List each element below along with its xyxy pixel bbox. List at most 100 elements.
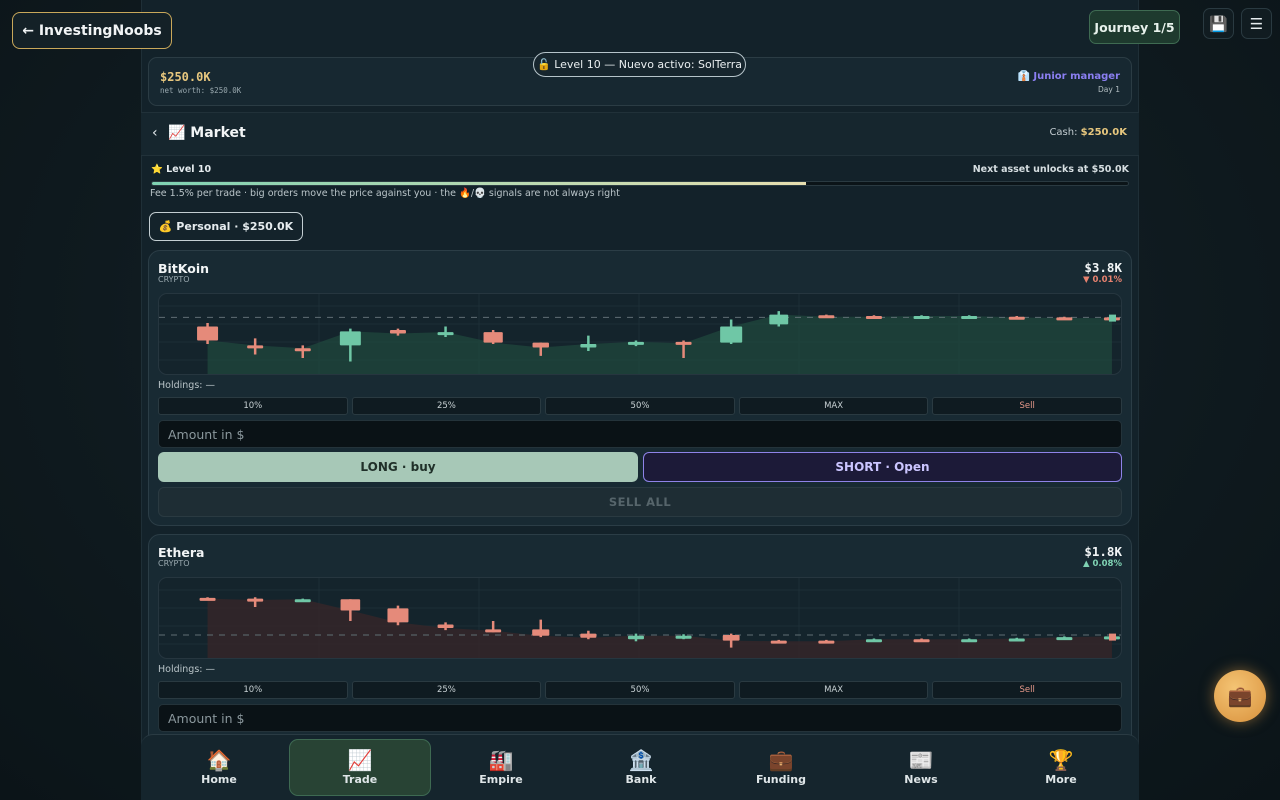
nav-trade[interactable]: 📈 Trade [289,739,431,796]
preset-25-button[interactable]: 25% [351,397,542,415]
asset-change: ▼ 0.01% [1083,275,1122,285]
account-selector[interactable]: 💰 Personal · $250.0K [149,212,303,241]
nav-empire[interactable]: 🏭 Empire [431,739,571,796]
nav-label: News [904,773,938,786]
level-progress-fill [152,182,806,185]
candle-body [913,316,930,319]
back-home-button[interactable]: ← InvestingNoobs [12,12,172,49]
candle-body [818,640,835,644]
amount-preset-row: 10% 25% 50% MAX Sell [158,681,1122,699]
candle-body [818,315,835,319]
candle-body [1056,637,1073,641]
candle-body [197,326,219,341]
chevron-left-icon[interactable]: ‹ [152,125,158,141]
nav-funding[interactable]: 💼 Funding [711,739,851,796]
candle-body [769,314,789,325]
candle-body [961,639,978,643]
candle-body [294,599,311,603]
nav-label: Empire [479,773,523,786]
bottom-nav: 🏠 Home 📈 Trade 🏭 Empire 🏦 Bank 💼 Funding 📰 New… [141,734,1139,800]
bank-icon: 🏦 [628,748,654,772]
asset-type: CRYPTO [158,275,190,284]
asset-name: BitKoin [158,261,210,276]
nav-home[interactable]: 🏠 Home [149,739,289,796]
save-icon[interactable]: 💾 [1203,8,1234,39]
asset-card-ethera: Ethera CRYPTO $1.8K ▲ 0.08% Holdings: — … [148,534,1132,764]
candle-body [389,330,406,334]
nav-more[interactable]: 🏆 More [991,739,1131,796]
candle-body [437,332,454,336]
chart-icon: 📈 [347,748,373,772]
short-open-button[interactable]: SHORT · Open [643,452,1122,482]
candle-body [1008,638,1025,642]
asset-change: ▲ 0.08% [1083,559,1122,569]
preset-25-button[interactable]: 25% [351,681,542,699]
current-price-bar [1109,314,1116,322]
role-badge: 👔 Junior manager [1017,71,1120,82]
preset-50-button[interactable]: 50% [545,397,735,415]
sell-button[interactable]: Sell [932,397,1122,415]
preset-max-button[interactable]: MAX [738,681,929,699]
holdings-label: Holdings: — [158,664,215,675]
candle-body [865,639,882,643]
candle-body [627,635,644,640]
wallet-cash: $250.0K [160,70,211,84]
nav-label: Bank [625,773,657,786]
candle-body [340,599,361,611]
amount-input[interactable]: Amount in $ [158,704,1122,732]
briefcase-icon[interactable]: 💼 [1214,670,1266,722]
preset-10-button[interactable]: 10% [158,397,348,415]
candle-body [1008,316,1025,320]
day-counter: Day 1 [1098,85,1120,94]
candle-body [437,624,454,628]
level-label: ⭐ Level 10 [151,164,212,175]
asset-name: Ethera [158,545,205,560]
long-buy-button[interactable]: LONG · buy [158,452,638,482]
net-worth: net worth: $250.0K [160,86,242,95]
journey-button[interactable]: Journey 1/5 [1089,10,1180,44]
candle-body [770,640,787,644]
preset-50-button[interactable]: 50% [545,681,735,699]
asset-price: $1.8K [1084,544,1122,559]
candle-body [247,345,264,349]
candle-body [387,608,409,623]
sell-all-button[interactable]: SELL ALL [158,487,1122,517]
candle-body [485,629,502,633]
amount-preset-row: 10% 25% 50% MAX Sell [158,397,1122,415]
candle-body [580,344,597,348]
nav-label: Funding [756,773,806,786]
home-icon: 🏠 [206,748,232,772]
nav-bank[interactable]: 🏦 Bank [571,739,711,796]
market-header: ‹ 📈 Market Cash: $250.0K [141,112,1139,156]
next-unlock-label: Next asset unlocks at $50.0K [972,164,1129,175]
sell-button[interactable]: Sell [932,681,1122,699]
preset-10-button[interactable]: 10% [158,681,348,699]
candle-body [580,633,597,638]
amount-input[interactable]: Amount in $ [158,420,1122,448]
menu-icon[interactable]: ☰ [1241,8,1272,39]
level-progress-bar [151,181,1129,186]
nav-label: Home [201,773,237,786]
candle-body [913,639,930,643]
holdings-label: Holdings: — [158,380,215,391]
candle-body [339,331,361,346]
nav-label: Trade [342,773,378,786]
nav-news[interactable]: 📰 News [851,739,991,796]
candle-body [532,629,550,636]
candle-body [532,342,549,348]
briefcase-icon: 💼 [768,748,794,772]
candle-body [722,635,740,641]
nav-label: More [1045,773,1077,786]
unlock-banner: 🔓 Level 10 — Nuevo activo: SolTerra [533,52,746,77]
candlestick-chart [158,577,1122,659]
preset-max-button[interactable]: MAX [738,397,929,415]
asset-price: $3.8K [1084,260,1122,275]
asset-card-bitkoin: BitKoin CRYPTO $3.8K ▼ 0.01% Holdings: —… [148,250,1132,526]
candle-body [483,332,503,343]
candle-body [199,597,216,601]
candle-body [627,341,644,345]
page-title: 📈 Market [168,125,246,141]
candle-body [961,316,978,319]
candlestick-chart [158,293,1122,375]
candle-body [294,348,311,352]
